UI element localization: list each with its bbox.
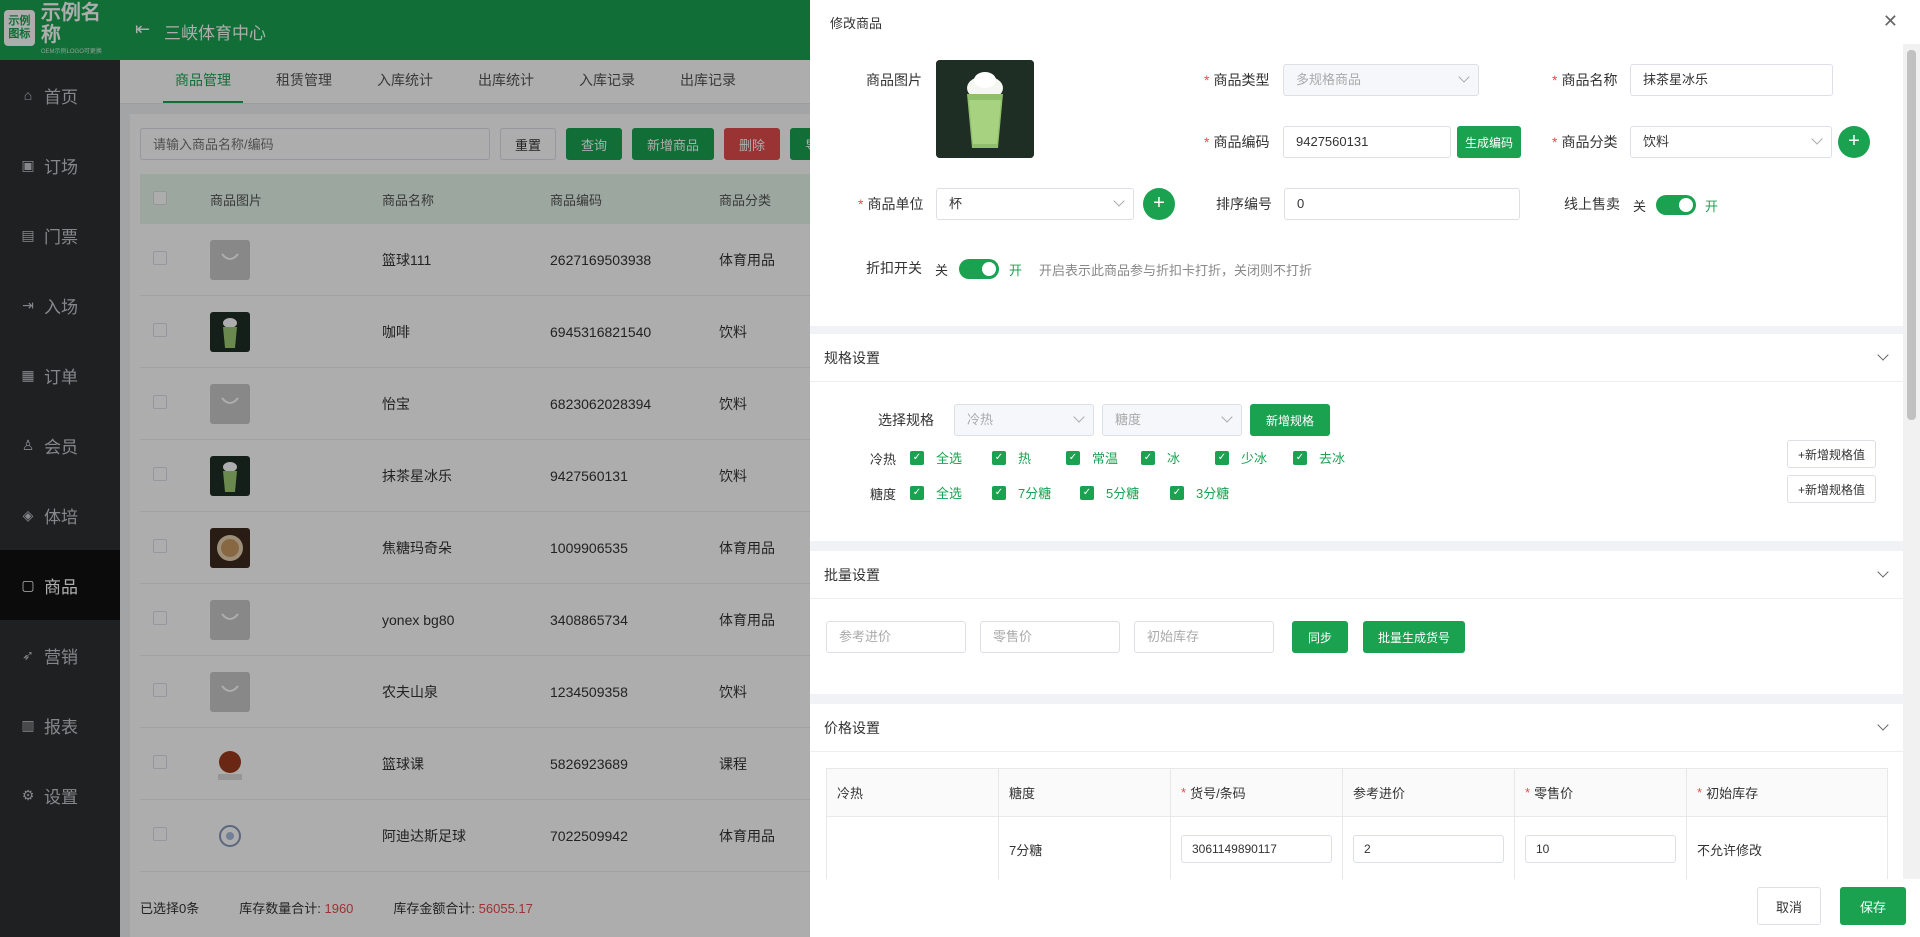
goods-image[interactable]	[936, 60, 1034, 158]
sku-input[interactable]: 3061149890117	[1181, 835, 1332, 863]
col-ref-price: 参考进价	[1343, 769, 1515, 816]
spec-option-checkbox[interactable]: ✓ 全选	[910, 448, 962, 467]
batch-generate-button[interactable]: 批量生成货号	[1363, 621, 1466, 653]
image-label: 商品图片	[866, 72, 922, 88]
price-table-header: 冷热 糖度 * 货号/条码 参考进价 * 零售价 * 初始库存	[827, 769, 1887, 817]
spec-option-checkbox[interactable]: ✓ 热	[992, 448, 1031, 467]
check-icon: ✓	[1170, 485, 1184, 500]
edit-goods-drawer: 修改商品 ✕ 商品图片 * 商品类型 多规格商品 * 商品名称 抹茶星冰乐 * 商品编…	[810, 0, 1920, 937]
initial-stock-input[interactable]: 初始库存	[1134, 621, 1274, 653]
online-sale-label: 线上售卖	[1564, 196, 1620, 212]
price-table: 冷热 糖度 * 货号/条码 参考进价 * 零售价 * 初始库存 7分糖 3061149…	[826, 768, 1888, 879]
check-icon: ✓	[910, 450, 924, 465]
cell-sugar: 7分糖	[999, 817, 1171, 879]
type-select[interactable]: 多规格商品	[1283, 64, 1479, 96]
discount-on-text: 开	[1009, 263, 1023, 278]
spec-select-sugar[interactable]: 糖度	[1102, 404, 1242, 436]
discount-off-text: 关	[935, 263, 949, 278]
sort-input[interactable]: 0	[1284, 188, 1520, 220]
chevron-down-icon[interactable]	[1877, 566, 1889, 578]
spec-option-checkbox[interactable]: ✓ 3分糖	[1170, 483, 1229, 502]
select-spec-label: 选择规格	[878, 412, 934, 428]
chevron-down-icon[interactable]	[1877, 719, 1889, 731]
check-icon: ✓	[992, 450, 1006, 465]
spec-option-checkbox[interactable]: ✓ 去冰	[1293, 448, 1345, 467]
save-button[interactable]: 保存	[1840, 887, 1907, 925]
type-label: * 商品类型	[1204, 72, 1270, 88]
category-select[interactable]: 饮料	[1630, 126, 1832, 158]
check-icon: ✓	[1215, 450, 1229, 465]
cell-temp	[827, 817, 999, 879]
online-sale-toggle[interactable]	[1656, 195, 1696, 215]
spec-section: 规格设置 选择规格 冷热 糖度 新增规格 冷热 ✓ 全选 ✓ 热 ✓ 常温 ✓ 冰 ✓ 少冰 ✓ 去冰 +…	[810, 334, 1903, 541]
name-input[interactable]: 抹茶星冰乐	[1630, 64, 1833, 96]
check-icon: ✓	[992, 485, 1006, 500]
retail-price-input[interactable]: 零售价	[980, 621, 1120, 653]
check-icon: ✓	[910, 485, 924, 500]
spec-option-checkbox[interactable]: ✓ 全选	[910, 483, 962, 502]
cell-initial-stock: 不允许修改	[1697, 842, 1763, 858]
price-header[interactable]: 价格设置	[810, 704, 1903, 752]
spec-header[interactable]: 规格设置	[810, 334, 1903, 382]
add-spec-value-button[interactable]: +新增规格值	[1787, 440, 1877, 468]
spec-option-checkbox[interactable]: ✓ 7分糖	[992, 483, 1051, 502]
generate-code-button[interactable]: 生成编码	[1457, 126, 1522, 158]
spec-select-temp[interactable]: 冷热	[954, 404, 1094, 436]
spec-option-checkbox[interactable]: ✓ 少冰	[1215, 448, 1267, 467]
check-icon: ✓	[1141, 450, 1155, 465]
spec-group-label: 冷热	[870, 452, 897, 467]
name-label: * 商品名称	[1552, 72, 1618, 88]
spec-option-checkbox[interactable]: ✓ 冰	[1141, 448, 1180, 467]
spec-group-label: 糖度	[870, 487, 897, 502]
batch-section: 批量设置 参考进价 零售价 初始库存 同步 批量生成货号	[810, 551, 1903, 694]
check-icon: ✓	[1293, 450, 1307, 465]
ref-price-input[interactable]: 参考进价	[826, 621, 966, 653]
drawer-footer: 取消 保存	[810, 879, 1920, 937]
close-icon[interactable]: ✕	[1883, 12, 1898, 30]
sync-button[interactable]: 同步	[1292, 621, 1349, 653]
add-category-button[interactable]: +	[1838, 126, 1870, 158]
unit-label: * 商品单位	[858, 196, 924, 212]
discount-label: 折扣开关	[866, 260, 922, 276]
discount-toggle[interactable]	[959, 259, 999, 279]
chevron-down-icon[interactable]	[1877, 349, 1889, 361]
online-sale-on-text: 开	[1705, 199, 1719, 214]
basic-info-section: 商品图片 * 商品类型 多规格商品 * 商品名称 抹茶星冰乐 * 商品编码 94275…	[810, 44, 1903, 326]
price-section: 价格设置 冷热 糖度 * 货号/条码 参考进价 * 零售价 * 初始库存 7分糖 30…	[810, 704, 1903, 879]
batch-header[interactable]: 批量设置	[810, 551, 1903, 599]
col-sugar: 糖度	[999, 769, 1171, 816]
row-retail-price-input[interactable]: 10	[1525, 835, 1676, 863]
code-input[interactable]: 9427560131	[1283, 126, 1451, 158]
price-row: 7分糖 3061149890117 2 10 不允许修改	[827, 817, 1887, 879]
col-sku: * 货号/条码	[1171, 769, 1343, 816]
cancel-button[interactable]: 取消	[1757, 887, 1822, 925]
discount-hint: 开启表示此商品参与折扣卡打折，关闭则不打折	[1039, 263, 1313, 278]
drawer-title: 修改商品	[830, 15, 883, 31]
col-temp: 冷热	[827, 769, 999, 816]
row-ref-price-input[interactable]: 2	[1353, 835, 1504, 863]
spec-option-checkbox[interactable]: ✓ 5分糖	[1080, 483, 1139, 502]
code-label: * 商品编码	[1204, 134, 1270, 150]
drawer-header: 修改商品 ✕	[810, 0, 1920, 44]
sort-label: 排序编号	[1216, 196, 1272, 212]
category-label: * 商品分类	[1552, 134, 1618, 150]
check-icon: ✓	[1080, 485, 1094, 500]
check-icon: ✓	[1066, 450, 1080, 465]
spec-option-checkbox[interactable]: ✓ 常温	[1066, 448, 1118, 467]
unit-select[interactable]: 杯	[936, 188, 1134, 220]
col-retail-price: * 零售价	[1515, 769, 1687, 816]
add-unit-button[interactable]: +	[1143, 188, 1175, 220]
online-sale-off-text: 关	[1633, 199, 1647, 214]
add-spec-value-button[interactable]: +新增规格值	[1787, 475, 1877, 503]
col-initial-stock: * 初始库存	[1697, 785, 1759, 801]
add-spec-button[interactable]: 新增规格	[1250, 404, 1331, 436]
drawer-scrollbar[interactable]	[1903, 44, 1920, 879]
